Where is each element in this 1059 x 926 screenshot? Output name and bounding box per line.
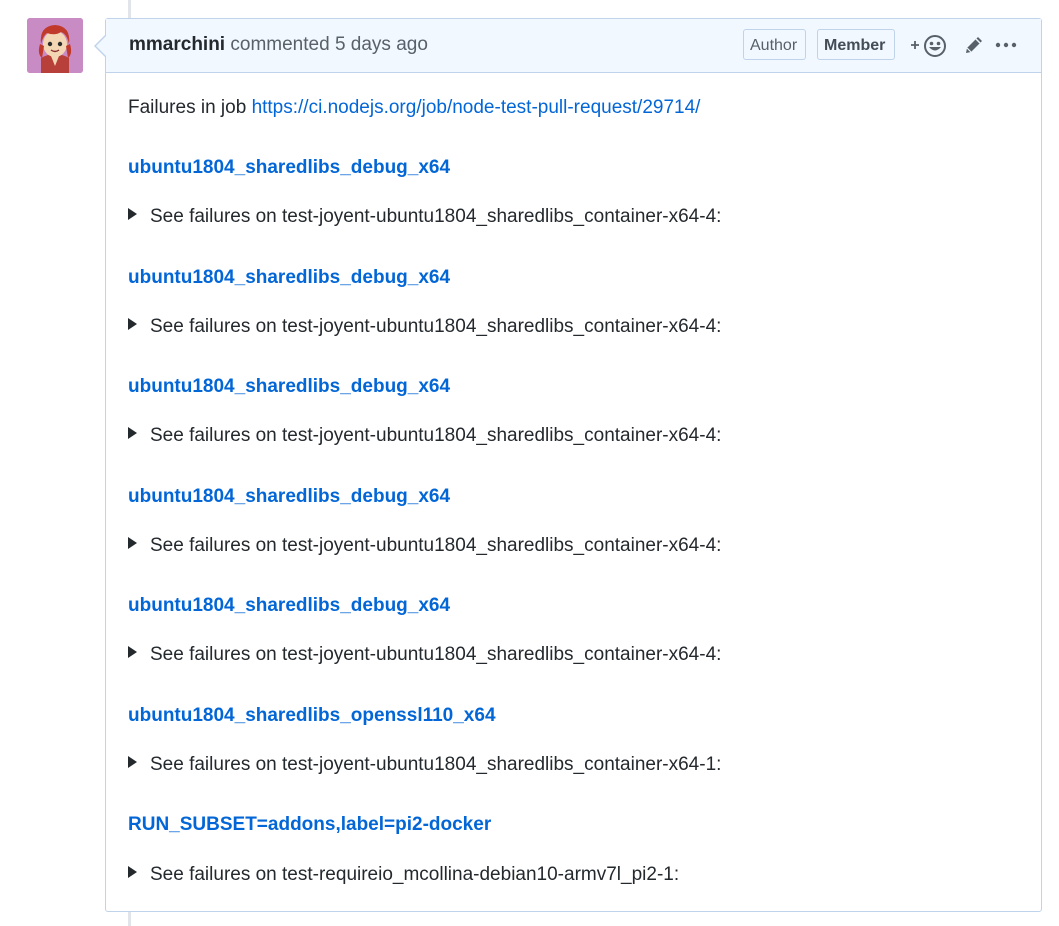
details-text: See failures on test-joyent-ubuntu1804_s…: [150, 206, 722, 227]
comment-header: mmarchini commented 5 days ago Author Me…: [106, 19, 1041, 73]
details-text: See failures on test-joyent-ubuntu1804_s…: [150, 644, 722, 665]
add-reaction-button[interactable]: [909, 31, 949, 59]
section-title-link[interactable]: RUN_SUBSET=addons,label=pi2-docker: [128, 813, 491, 837]
intro-paragraph: Failures in job https://ci.nodejs.org/jo…: [128, 96, 700, 120]
section-title-link[interactable]: ubuntu1804_sharedlibs_debug_x64: [128, 375, 450, 399]
timeline-comment: mmarchini commented 5 days ago Author Me…: [105, 18, 1042, 912]
more-options-button[interactable]: [994, 31, 1018, 59]
action-text: commented: [230, 34, 330, 55]
disclosure-triangle-icon: [128, 427, 137, 439]
section-title-link[interactable]: ubuntu1804_sharedlibs_debug_x64: [128, 266, 450, 290]
edit-button[interactable]: [962, 31, 986, 59]
avatar-image: [27, 18, 83, 73]
disclosure-triangle-icon: [128, 756, 137, 768]
details-text: See failures on test-joyent-ubuntu1804_s…: [150, 535, 722, 556]
section-title-link[interactable]: ubuntu1804_sharedlibs_openssl110_x64: [128, 704, 496, 728]
disclosure-triangle-icon: [128, 318, 137, 330]
failure-details-summary[interactable]: See failures on test-joyent-ubuntu1804_s…: [128, 315, 721, 339]
details-text: See failures on test-requireio_mcollina-…: [150, 864, 680, 885]
failure-details-summary[interactable]: See failures on test-joyent-ubuntu1804_s…: [128, 643, 721, 667]
author-link[interactable]: mmarchini: [129, 34, 225, 55]
disclosure-triangle-icon: [128, 208, 137, 220]
failure-details-summary[interactable]: See failures on test-joyent-ubuntu1804_s…: [128, 534, 721, 558]
member-badge: Member: [817, 29, 895, 60]
author-badge: Author: [743, 29, 806, 60]
job-url-link[interactable]: https://ci.nodejs.org/job/node-test-pull…: [252, 97, 701, 118]
failure-details-summary[interactable]: See failures on test-requireio_mcollina-…: [128, 863, 679, 887]
disclosure-triangle-icon: [128, 646, 137, 658]
kebab-horizontal-icon: [995, 42, 1017, 48]
comment-caret-fill: [96, 36, 106, 56]
avatar[interactable]: [27, 18, 83, 73]
section-title-link[interactable]: ubuntu1804_sharedlibs_debug_x64: [128, 485, 450, 509]
details-text: See failures on test-joyent-ubuntu1804_s…: [150, 316, 722, 337]
timestamp-link[interactable]: 5 days ago: [335, 34, 428, 55]
failure-details-summary[interactable]: See failures on test-joyent-ubuntu1804_s…: [128, 205, 721, 229]
section-title-link[interactable]: ubuntu1804_sharedlibs_debug_x64: [128, 594, 450, 618]
disclosure-triangle-icon: [128, 866, 137, 878]
disclosure-triangle-icon: [128, 537, 137, 549]
section-title-link[interactable]: ubuntu1804_sharedlibs_debug_x64: [128, 156, 450, 180]
comment-meta: mmarchini commented 5 days ago: [129, 34, 428, 56]
add-reaction-icon: [911, 35, 946, 57]
pencil-icon: [966, 37, 982, 53]
details-text: See failures on test-joyent-ubuntu1804_s…: [150, 425, 722, 446]
intro-text: Failures in job: [128, 97, 247, 118]
failure-details-summary[interactable]: See failures on test-joyent-ubuntu1804_s…: [128, 424, 721, 448]
failure-details-summary[interactable]: See failures on test-joyent-ubuntu1804_s…: [128, 753, 721, 777]
details-text: See failures on test-joyent-ubuntu1804_s…: [150, 754, 722, 775]
